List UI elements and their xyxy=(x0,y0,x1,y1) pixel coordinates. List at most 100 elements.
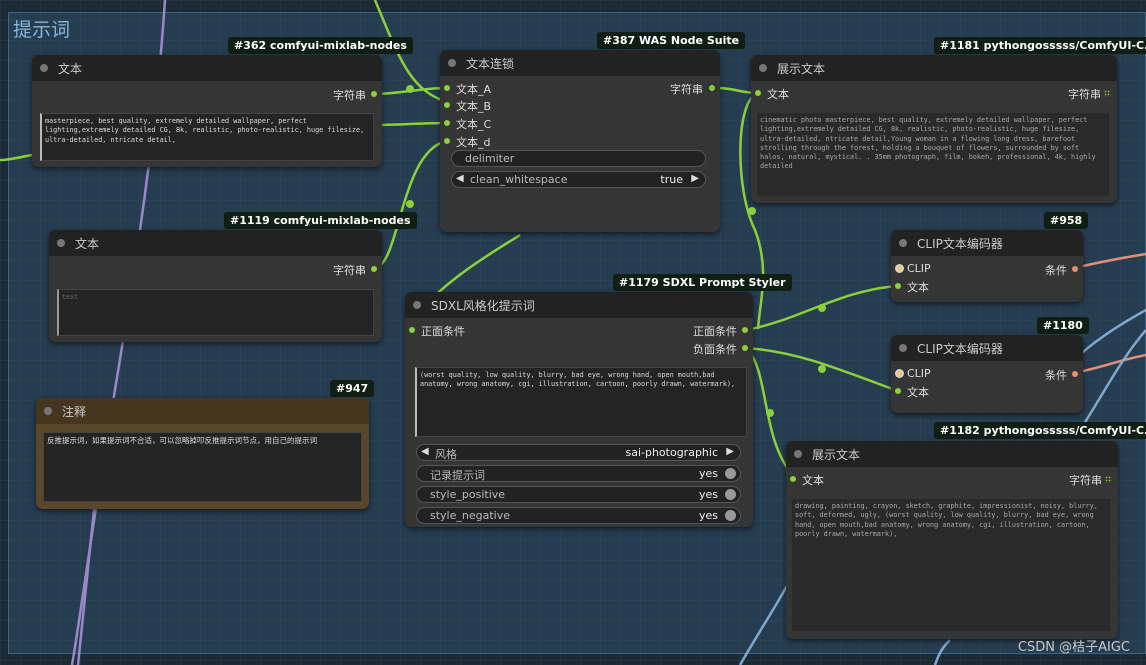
wire-text1-concatC xyxy=(373,121,448,127)
toggle-value: yes xyxy=(698,488,718,501)
node-id-badge: #1179 SDXL Prompt Styler xyxy=(613,274,792,291)
collapse-dot-icon[interactable] xyxy=(759,64,767,72)
collapse-dot-icon[interactable] xyxy=(57,239,65,247)
input-label-text: 文本 xyxy=(802,474,824,487)
collapse-dot-icon[interactable] xyxy=(794,450,802,458)
node-id-badge: #1180 xyxy=(1037,317,1089,334)
collapse-dot-icon[interactable] xyxy=(899,239,907,247)
node-text-362[interactable]: 文本 字符串 masterpiece, best quality, extrem… xyxy=(32,55,382,167)
output-pin[interactable] xyxy=(709,85,715,91)
toggle-knob-icon[interactable] xyxy=(725,510,736,521)
style-label: 风格 xyxy=(435,448,457,461)
wire-blue-4 xyxy=(933,639,951,665)
node-header[interactable]: 展示文本 xyxy=(751,55,1117,81)
input-label-d: 文本_d xyxy=(456,136,491,149)
node-header[interactable]: CLIP文本编码器 xyxy=(891,335,1083,361)
output-label-string: 字符串 xyxy=(1069,474,1102,487)
output-pin[interactable] xyxy=(371,266,377,272)
input-label-clip: CLIP xyxy=(907,262,931,275)
delimiter-label: delimiter xyxy=(465,152,515,165)
input-pin-text[interactable] xyxy=(895,283,901,289)
input-label-text: 文本 xyxy=(907,281,929,294)
toggle-value: yes xyxy=(698,467,718,480)
arrow-left-icon[interactable]: ◀ xyxy=(421,446,429,457)
input-pin-text[interactable] xyxy=(895,388,901,394)
input-pin-clip[interactable] xyxy=(895,264,904,273)
node-title: 展示文本 xyxy=(812,448,861,462)
wire-blue-3 xyxy=(738,579,792,665)
input-label-positive: 正面条件 xyxy=(421,325,465,338)
toggle-label: style_negative xyxy=(430,509,510,522)
negative-text-input[interactable]: (worst quality, low quality, blurry, bad… xyxy=(415,367,747,437)
arrow-left-icon[interactable]: ◀ xyxy=(456,173,464,184)
output-pin-positive[interactable] xyxy=(742,327,748,333)
node-id-badge: #387 WAS Node Suite xyxy=(597,32,746,49)
arrow-right-icon[interactable]: ▶ xyxy=(691,173,699,184)
node-title: 文本 xyxy=(58,62,83,76)
node-show-text-1181[interactable]: 展示文本 文本 字符串 cinematic photo masterpiece,… xyxy=(751,55,1117,203)
collapse-dot-icon[interactable] xyxy=(413,301,421,309)
node-header[interactable]: SDXL风格化提示词 xyxy=(405,292,753,318)
input-pin-d[interactable] xyxy=(444,138,450,144)
reroute-dot-5 xyxy=(818,365,826,373)
input-pin-b[interactable] xyxy=(444,102,450,108)
node-note-947[interactable]: 注释 反推提示词，如果提示词不合适，可以忽略掉叩反推提示词节点，用自己的提示词 xyxy=(36,398,369,509)
text-input[interactable]: text xyxy=(57,289,374,336)
list-output-icon[interactable] xyxy=(1105,476,1112,483)
toggle-style-negative[interactable]: style_negative yes xyxy=(416,507,741,524)
node-header[interactable]: 注释 xyxy=(36,398,369,424)
collapse-dot-icon[interactable] xyxy=(448,59,456,67)
node-title: CLIP文本编码器 xyxy=(917,237,1003,251)
toggle-knob-icon[interactable] xyxy=(725,468,736,479)
node-header[interactable]: CLIP文本编码器 xyxy=(891,230,1083,256)
output-label-conditioning: 条件 xyxy=(1045,369,1067,382)
node-clip-encode-958[interactable]: CLIP文本编码器 CLIP 文本 条件 xyxy=(891,230,1083,302)
input-pin-text[interactable] xyxy=(755,90,761,96)
output-label-conditioning: 条件 xyxy=(1045,264,1067,277)
input-pin-positive[interactable] xyxy=(409,327,415,333)
clean-whitespace-widget[interactable]: ◀ clean_whitespace true ▶ xyxy=(451,171,706,188)
node-id-badge: #1182 pythongosssss/ComfyUI-C… xyxy=(934,422,1146,439)
node-sdxl-prompt-styler-1179[interactable]: SDXL风格化提示词 正面条件 正面条件 负面条件 (worst quality… xyxy=(405,292,753,527)
node-header[interactable]: 文本 xyxy=(49,230,382,256)
wire-orange-2 xyxy=(1073,353,1146,375)
node-text-1119[interactable]: 文本 字符串 text xyxy=(49,230,382,342)
input-pin-c[interactable] xyxy=(444,120,450,126)
clean-whitespace-label: clean_whitespace xyxy=(470,173,568,186)
collapse-dot-icon[interactable] xyxy=(44,407,52,415)
wire-green-left xyxy=(0,153,33,162)
arrow-right-icon[interactable]: ▶ xyxy=(726,446,734,457)
node-header[interactable]: 展示文本 xyxy=(786,441,1118,467)
input-pin-clip[interactable] xyxy=(895,369,904,378)
node-show-text-1182[interactable]: 展示文本 文本 字符串 drawing, painting, crayon, s… xyxy=(786,441,1118,639)
toggle-knob-icon[interactable] xyxy=(725,489,736,500)
node-title: SDXL风格化提示词 xyxy=(431,299,535,313)
reroute-dot-6 xyxy=(766,409,774,417)
node-text-concat-387[interactable]: 文本连锁 文本_A 文本_B 文本_C 文本_d 字符串 delimiter ◀… xyxy=(440,50,720,232)
output-pin-negative[interactable] xyxy=(742,345,748,351)
collapse-dot-icon[interactable] xyxy=(899,344,907,352)
display-text: drawing, painting, crayon, sketch, graph… xyxy=(792,499,1110,631)
output-pin[interactable] xyxy=(1072,266,1078,272)
input-pin-a[interactable] xyxy=(444,85,450,91)
delimiter-widget[interactable]: delimiter xyxy=(451,150,706,167)
node-id-badge: #362 comfyui-mixlab-nodes xyxy=(228,37,413,54)
toggle-style-positive[interactable]: style_positive yes xyxy=(416,486,741,503)
node-header[interactable]: 文本连锁 xyxy=(440,50,720,76)
output-pin[interactable] xyxy=(371,91,377,97)
toggle-label: style_positive xyxy=(430,488,506,501)
node-header[interactable]: 文本 xyxy=(32,55,382,81)
list-output-icon[interactable] xyxy=(1104,90,1111,97)
input-label-clip: CLIP xyxy=(907,367,931,380)
style-value: sai-photographic xyxy=(625,446,718,459)
node-title: CLIP文本编码器 xyxy=(917,342,1003,356)
note-text[interactable]: 反推提示词，如果提示词不合适，可以忽略掉叩反推提示词节点，用自己的提示词 xyxy=(43,432,362,502)
style-select-widget[interactable]: ◀ 风格 sai-photographic ▶ xyxy=(416,444,741,461)
node-id-badge: #1119 comfyui-mixlab-nodes xyxy=(224,212,417,229)
output-pin[interactable] xyxy=(1072,371,1078,377)
toggle-log-prompt[interactable]: 记录提示词 yes xyxy=(416,465,741,482)
input-pin-text[interactable] xyxy=(790,476,796,482)
text-input[interactable]: masterpiece, best quality, extremely det… xyxy=(40,113,374,161)
node-clip-encode-1180[interactable]: CLIP文本编码器 CLIP 文本 条件 xyxy=(891,335,1083,413)
collapse-dot-icon[interactable] xyxy=(40,64,48,72)
